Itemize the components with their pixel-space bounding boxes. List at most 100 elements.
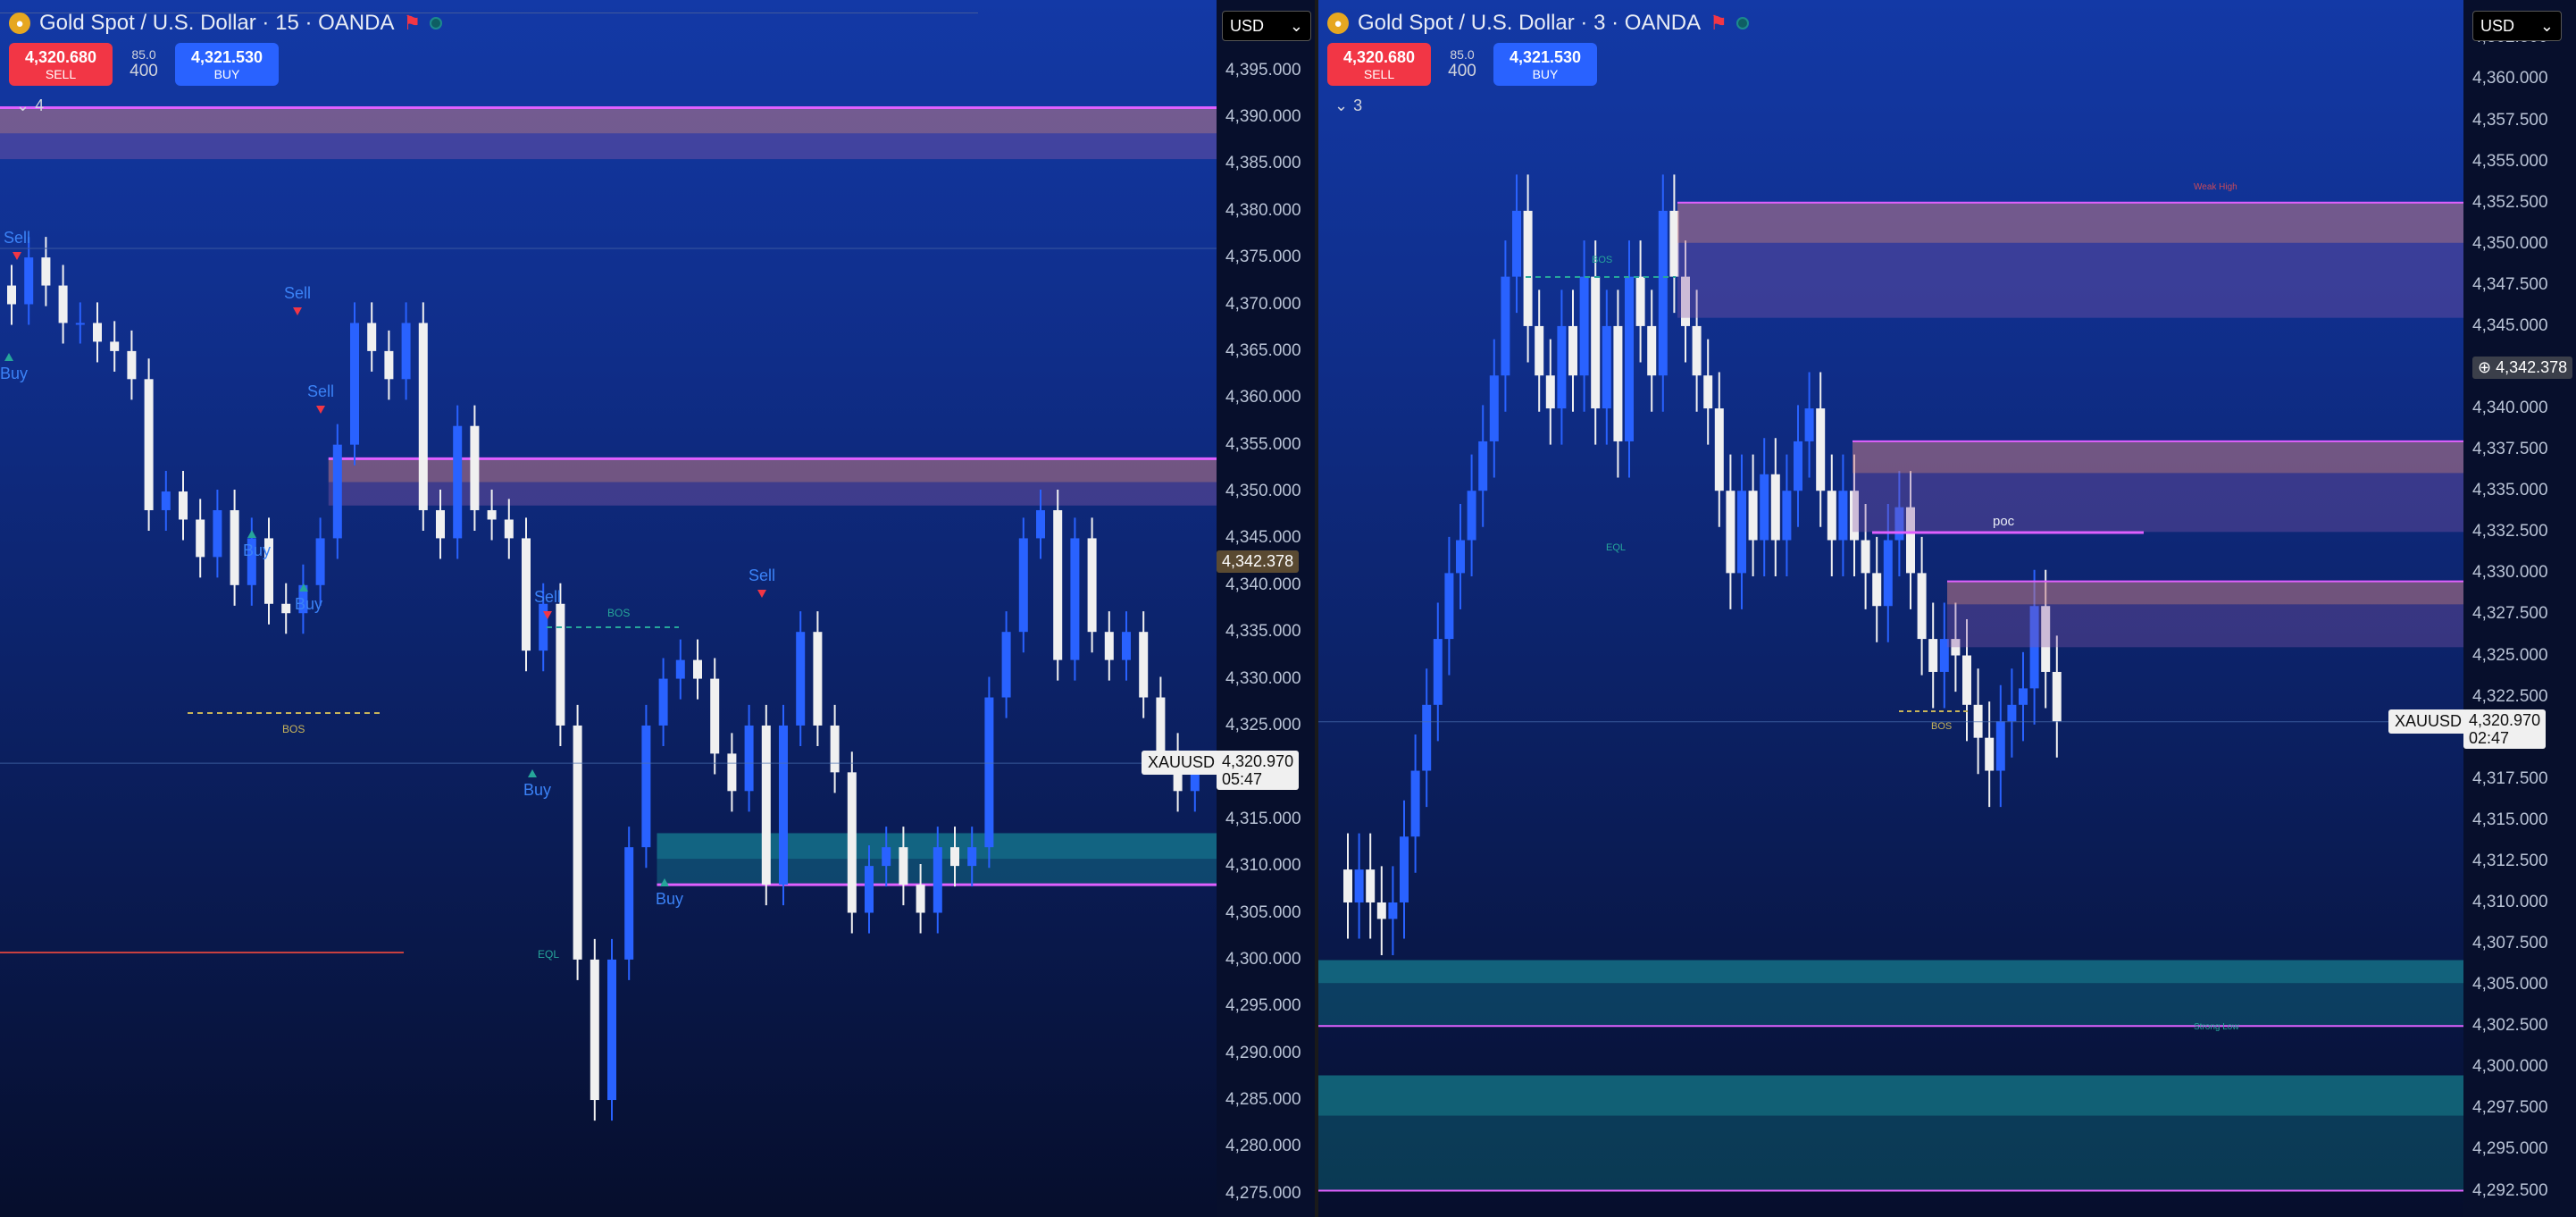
axis-tick-label: 4,295.000: [2472, 1139, 2548, 1159]
crosshair-plus-icon[interactable]: ⊕: [2478, 358, 2491, 376]
chevron-down-icon: ⌄: [2539, 16, 2554, 35]
axis-tick-label: 4,275.000: [1225, 1183, 1301, 1203]
demand-zone: [1318, 1075, 2463, 1116]
indicators-toggle[interactable]: ⌄ 3: [1334, 97, 1362, 115]
spread-quantity[interactable]: 85.0 400: [1440, 47, 1485, 81]
candle-body: [1714, 408, 1724, 491]
candle-body: [1053, 509, 1063, 660]
sell-button[interactable]: 4,320.680 SELL: [9, 43, 113, 86]
axis-tick-label: 4,327.500: [2472, 604, 2548, 624]
axis-tick-label: 4,340.000: [1225, 575, 1301, 594]
weak-high-label: Weak High: [2194, 182, 2237, 192]
candle-body: [1523, 210, 1533, 326]
price-plot[interactable]: Weak High BOS EQL poc BOS Strong Low: [1318, 0, 2463, 1217]
bos-label: BOS: [1592, 255, 1612, 265]
candle-body: [1388, 902, 1398, 919]
axis-tick-label: 4,292.500: [2472, 1180, 2548, 1200]
flag-icon[interactable]: ⚑: [403, 12, 421, 35]
candle-body: [556, 603, 565, 726]
candle-body: [1070, 538, 1080, 660]
candle-body: [1726, 491, 1735, 574]
candle-body: [1985, 737, 1995, 771]
candle-body: [230, 509, 239, 585]
candle-body: [2052, 671, 2062, 722]
currency-select[interactable]: USD ⌄: [2472, 11, 2562, 41]
axis-tick-label: 4,312.500: [2472, 851, 2548, 870]
axis-tick-label: 4,300.000: [2472, 1057, 2548, 1077]
symbol-label: XAUUSD: [1142, 751, 1222, 776]
candle-body: [882, 847, 891, 867]
candle-body: [1512, 210, 1521, 277]
sell-signal-label: Sell: [749, 567, 775, 584]
axis-tick-label: 4,370.000: [1225, 294, 1301, 314]
axis-tick-label: 4,310.000: [1225, 856, 1301, 876]
price-axis[interactable]: 4,362.5004,360.0004,357.5004,355.0004,35…: [2463, 0, 2576, 1217]
gold-logo-icon: ●: [9, 13, 30, 34]
axis-tick-label: 4,290.000: [1225, 1043, 1301, 1062]
sell-button[interactable]: 4,320.680 SELL: [1327, 43, 1431, 86]
candle-body: [1501, 276, 1510, 376]
axis-tick-label: 4,390.000: [1225, 106, 1301, 126]
axis-tick-label: 4,395.000: [1225, 60, 1301, 80]
candle-body: [1770, 474, 1780, 541]
price-axis[interactable]: 4,400.0004,395.0004,390.0004,385.0004,38…: [1217, 0, 1315, 1217]
sell-signal-label: Sell: [4, 229, 30, 247]
buy-signal-label: Buy: [0, 365, 28, 382]
candle-body: [2019, 688, 2028, 705]
axis-tick-label: 4,345.000: [2472, 315, 2548, 335]
trade-panel: 4,320.680 SELL 85.0 400 4,321.530 BUY: [1327, 43, 1597, 86]
supply-zone-lower: [1853, 473, 2463, 533]
candle-body: [58, 285, 68, 323]
sell-arrow-icon: [293, 307, 302, 315]
bos-label: BOS: [282, 723, 305, 735]
candle-body: [522, 538, 531, 651]
last-price-label: 4,320.970 05:47: [1217, 751, 1300, 791]
candle-body: [1782, 491, 1792, 541]
candle-body: [1422, 704, 1432, 771]
candle-body: [1400, 836, 1409, 902]
axis-tick-label: 4,305.000: [1225, 902, 1301, 922]
axis-tick-label: 4,300.000: [1225, 949, 1301, 969]
candle-body: [453, 425, 463, 539]
candle-body: [1036, 509, 1045, 539]
candle-body: [110, 341, 120, 351]
symbol-label: XAUUSD: [2388, 709, 2469, 734]
axis-tick-label: 4,335.000: [2472, 481, 2548, 500]
candle-body: [1343, 869, 1352, 902]
candle-body: [1625, 276, 1634, 441]
candle-body: [539, 603, 548, 651]
axis-tick-label: 4,335.000: [1225, 622, 1301, 642]
supply-zone: [0, 107, 1217, 134]
demand-zone-lower: [1318, 983, 2463, 1027]
sell-signal-label: Sell: [284, 284, 311, 302]
candle-body: [1827, 491, 1836, 541]
flag-icon[interactable]: ⚑: [1710, 12, 1727, 35]
axis-tick-label: 4,297.500: [2472, 1098, 2548, 1118]
indicators-toggle[interactable]: ⌄ 4: [16, 97, 44, 115]
candle-body: [75, 323, 85, 325]
candle-body: [1087, 538, 1097, 633]
axis-tick-label: 4,302.500: [2472, 1016, 2548, 1036]
crosshair-price-label: ⊕ 4,342.378: [2472, 357, 2573, 380]
axis-tick-label: 4,332.500: [2472, 522, 2548, 541]
spread-quantity[interactable]: 85.0 400: [121, 47, 166, 81]
currency-select[interactable]: USD ⌄: [1222, 11, 1311, 41]
price-plot[interactable]: Sell Sell Sell Sell Sell Buy Buy Buy Buy Buy BOS BO…: [0, 0, 1217, 1217]
candle-body: [813, 632, 823, 726]
candle-body: [916, 885, 925, 913]
chart-pane-15m[interactable]: Sell Sell Sell Sell Sell Buy Buy Buy Buy Buy BOS BO…: [0, 0, 1315, 1217]
buy-signal-label: Buy: [243, 541, 271, 559]
buy-button[interactable]: 4,321.530 BUY: [1493, 43, 1597, 86]
candle-body: [1122, 632, 1131, 660]
buy-button[interactable]: 4,321.530 BUY: [175, 43, 279, 86]
bos-label: BOS: [607, 607, 630, 619]
chart-pane-3m[interactable]: Weak High BOS EQL poc BOS Strong Low ● Gold S…: [1318, 0, 2576, 1217]
chart-header: ● Gold Spot / U.S. Dollar · 3 · OANDA ⚑: [1327, 11, 1749, 36]
axis-tick-label: 4,310.000: [2472, 892, 2548, 911]
candle-body: [401, 323, 411, 380]
candle-body: [1478, 441, 1488, 491]
candle-body: [1156, 697, 1166, 754]
axis-tick-label: 4,355.000: [1225, 434, 1301, 454]
axis-tick-label: 4,280.000: [1225, 1137, 1301, 1156]
candle-body: [1433, 639, 1443, 705]
